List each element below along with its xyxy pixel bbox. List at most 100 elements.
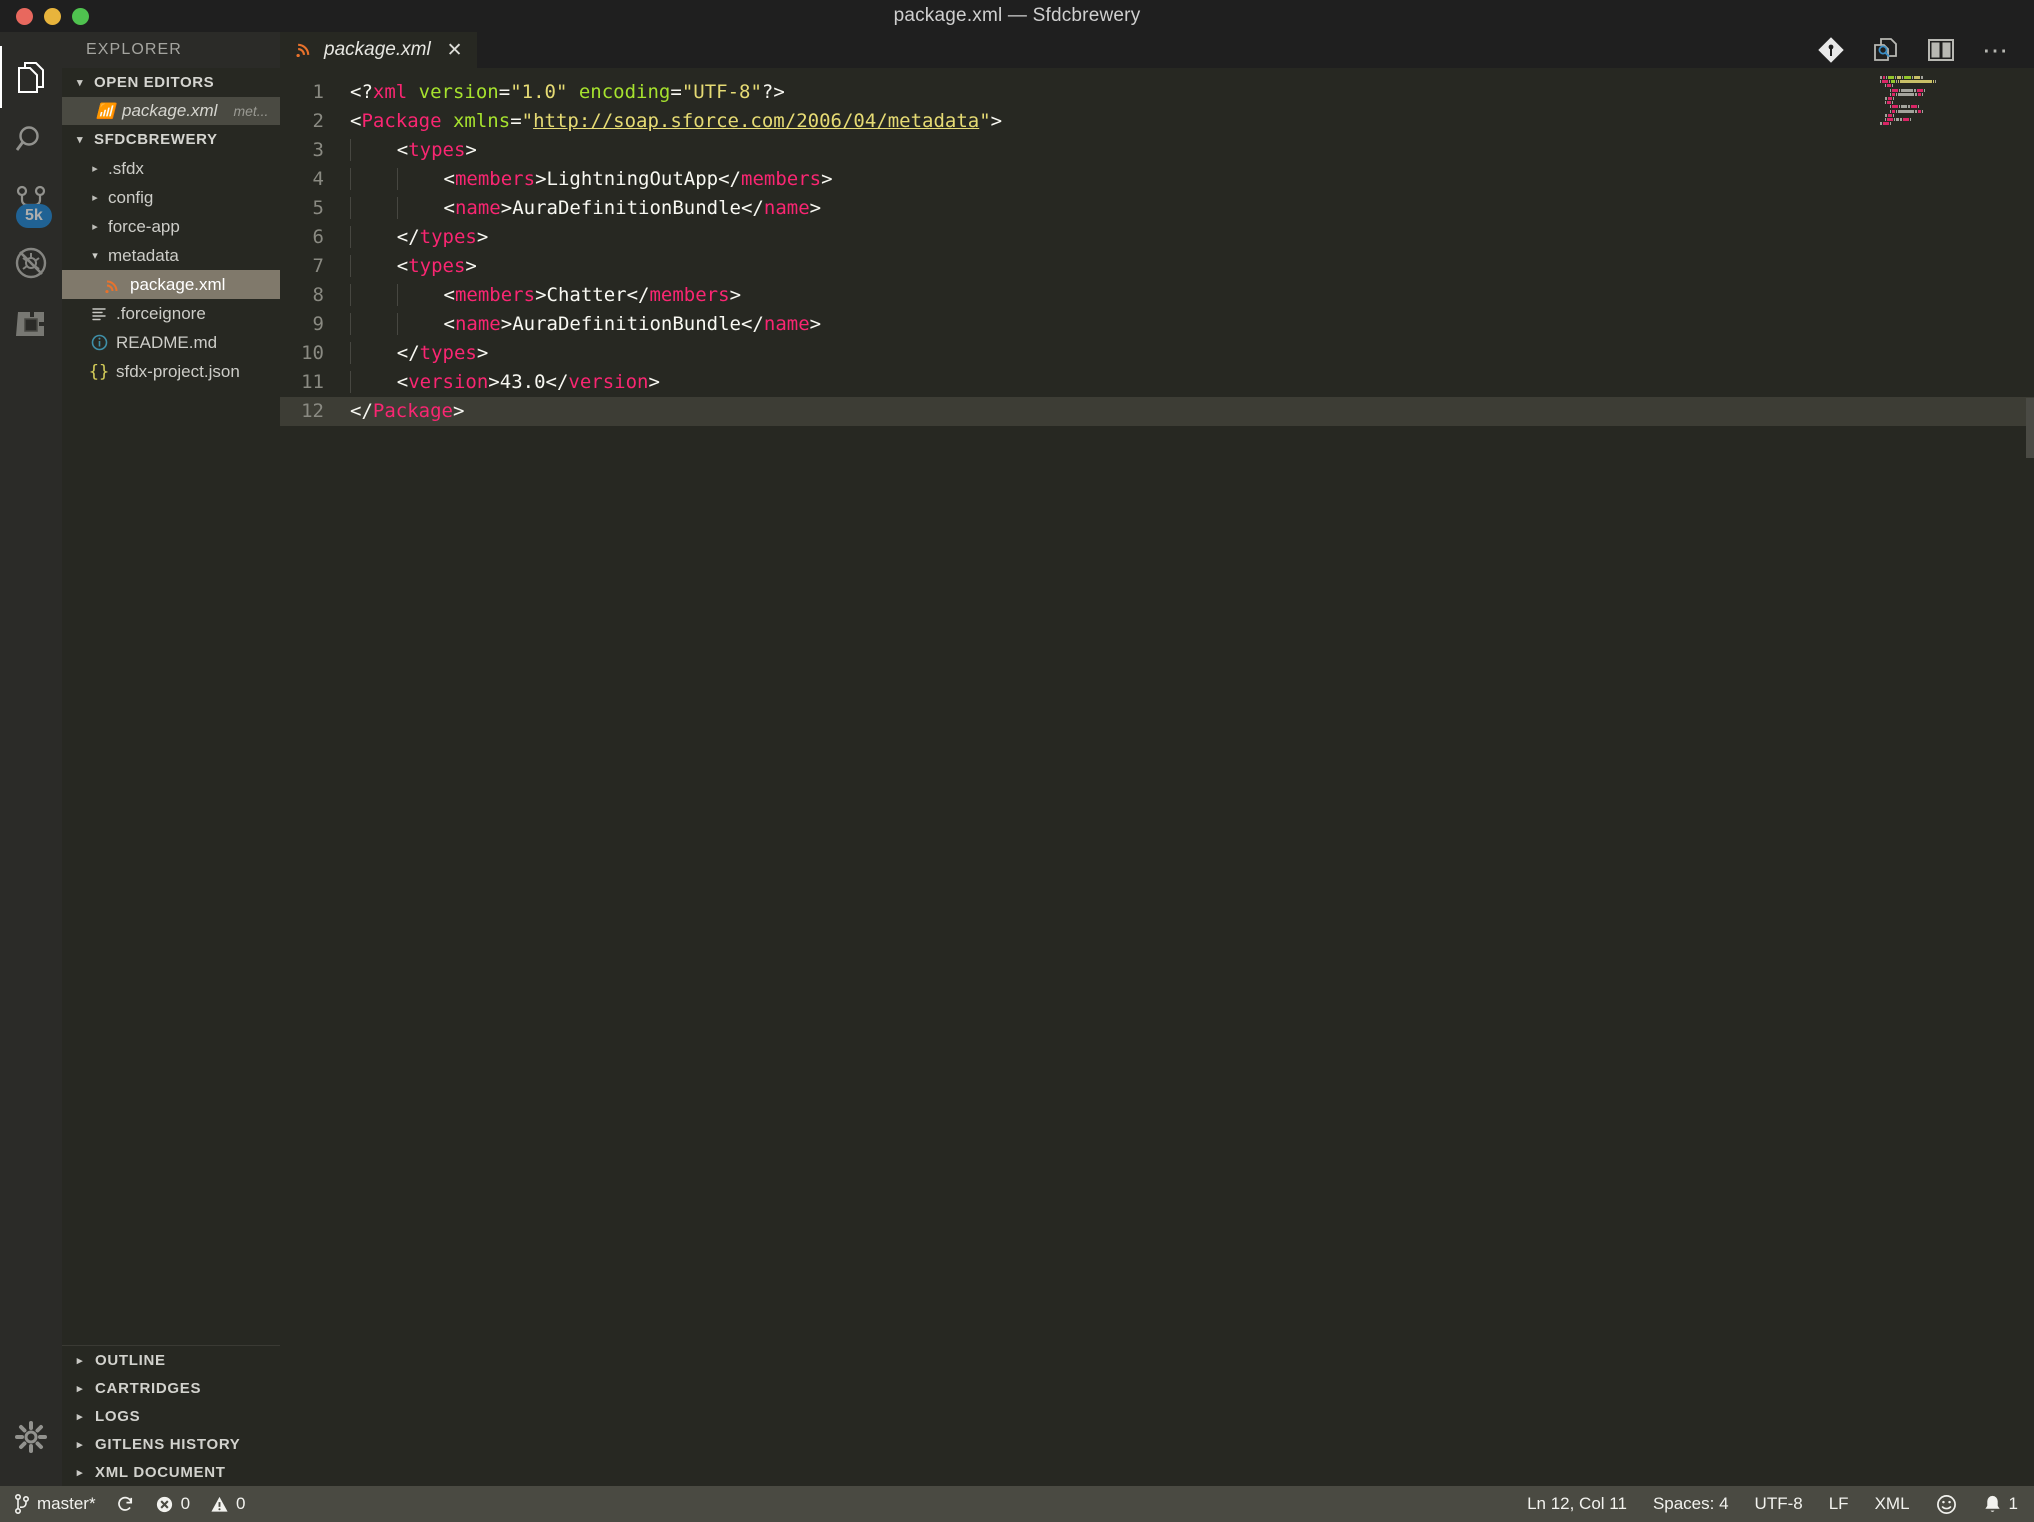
indent-guide [350,371,397,393]
vscode-window: package.xml — Sfdcbrewery 5k EXPLORER ▾ … [0,0,2034,1522]
status-notifications[interactable]: 1 [1983,1494,2018,1514]
open-editor-item-package-xml[interactable]: 📶 package.xml met... [62,97,280,125]
panel-xml-document[interactable]: ▸ XML DOCUMENT [62,1458,280,1486]
minimap-segment [1918,109,1921,113]
minimap-segment [1892,88,1898,92]
project-root-header[interactable]: ▾ SFDCBREWERY [62,125,280,154]
minimap-segment [1890,92,1891,96]
tree-item-package-xml[interactable]: package.xml [62,270,280,299]
tree-item-force-app[interactable]: ▸ force-app [62,212,280,241]
editor-scrollbar[interactable] [2026,398,2034,458]
status-eol[interactable]: LF [1829,1494,1849,1514]
minimap-segment [1883,76,1885,79]
extensions-icon [16,312,44,336]
tree-item-readme[interactable]: README.md [62,328,280,357]
panel-cartridges[interactable]: ▸ CARTRIDGES [62,1374,280,1402]
code-line[interactable]: 3 <types> [280,136,2034,165]
tree-item-metadata[interactable]: ▾ metadata [62,241,280,270]
code-token: " [979,110,991,132]
split-editor-icon[interactable] [1928,39,1954,61]
indent-guide [396,284,444,306]
minimap-segment [1885,113,1887,117]
window-controls[interactable] [0,7,89,25]
code-line[interactable]: 8 <members>Chatter</members> [280,281,2034,310]
minimap-segment [1885,96,1887,100]
panel-logs[interactable]: ▸ LOGS [62,1402,280,1430]
tree-item-forceignore[interactable]: .forceignore [62,299,280,328]
status-cursor-position[interactable]: Ln 12, Col 11 [1527,1494,1627,1514]
code-token: ?> [761,81,785,103]
minimap-segment [1894,117,1895,121]
code-token: name [454,197,501,219]
activity-debug[interactable] [0,232,62,294]
code-token: < [396,255,409,277]
code-editor[interactable]: 1 <?xml version="1.0" encoding="UTF-8"?> 2… [280,68,2034,1486]
line-text: <members>Chatter</members> [350,281,741,310]
code-token: > [809,313,822,335]
code-line[interactable]: 6 </types> [280,223,2034,252]
code-token: > [452,400,465,422]
status-git-branch[interactable]: master* [14,1494,96,1514]
panel-outline[interactable]: ▸ OUTLINE [62,1346,280,1374]
code-line[interactable]: 2 <Package xmlns="http://soap.sforce.com/… [280,107,2034,136]
panel-label: CARTRIDGES [95,1379,202,1397]
open-editors-header[interactable]: ▾ OPEN EDITORS [62,68,280,97]
status-errors[interactable]: 0 [155,1494,190,1514]
minimap-segment [1893,96,1894,100]
code-line[interactable]: 9 <name>AuraDefinitionBundle</name> [280,310,2034,339]
tab-package-xml[interactable]: package.xml ✕ [280,32,477,68]
minimap-line [1880,80,1976,84]
status-indentation[interactable]: Spaces: 4 [1653,1494,1729,1514]
activity-source-control[interactable]: 5k [0,170,62,232]
maximize-window-button[interactable] [72,7,89,25]
tree-item-sfdx-project-json[interactable]: {} sfdx-project.json [62,357,280,386]
line-number: 5 [312,197,324,219]
panel-gitlens-history[interactable]: ▸ GITLENS HISTORY [62,1430,280,1458]
editor-minimap[interactable] [1880,76,1976,132]
code-token[interactable]: http://soap.sforce.com/2006/04/metadata [533,110,979,132]
status-warning-count: 0 [236,1494,246,1513]
code-line[interactable]: 1 <?xml version="1.0" encoding="UTF-8"?> [280,78,2034,107]
status-sync[interactable] [116,1495,135,1514]
activity-search[interactable] [0,108,62,170]
search-document-icon[interactable] [1872,37,1900,63]
status-feedback[interactable] [1936,1494,1957,1515]
minimap-line [1880,84,1976,88]
tree-item-config[interactable]: ▸ config [62,183,280,212]
text-file-icon [88,306,110,322]
code-line[interactable]: 5 <name>AuraDefinitionBundle</name> [280,194,2034,223]
info-circle-icon [88,334,110,351]
code-line[interactable]: 7 <types> [280,252,2034,281]
code-line[interactable]: 11 <version>43.0</version> [280,368,2034,397]
minimap-line [1880,88,1976,92]
line-number: 12 [301,400,324,422]
code-token: > [535,168,547,190]
minimap-segment [1896,80,1897,84]
code-token: </ [718,168,741,190]
code-line[interactable]: 4 <members>LightningOutApp</members> [280,165,2034,194]
tab-close-button[interactable]: ✕ [447,39,463,62]
minimap-segment [1902,76,1903,79]
code-token: </ [740,197,764,219]
code-line[interactable]: 12 </Package> [280,397,2034,426]
activity-manage-settings[interactable] [0,1406,62,1468]
close-window-button[interactable] [16,7,33,25]
status-encoding[interactable]: UTF-8 [1755,1494,1803,1514]
minimap-segment [1885,101,1886,105]
status-branch-label: master* [37,1494,96,1513]
git-diamond-icon[interactable] [1818,37,1844,63]
tree-item-label: .sfdx [108,158,144,178]
code-line[interactable]: 10 </types> [280,339,2034,368]
activity-extensions[interactable] [0,294,62,356]
status-warnings[interactable]: 0 [210,1494,246,1514]
panel-label: OUTLINE [95,1351,166,1369]
minimize-window-button[interactable] [44,7,61,25]
ellipsis-icon[interactable]: ⋯ [1982,37,2010,63]
files-icon [18,62,44,93]
code-token: Package [361,110,442,132]
status-language-mode[interactable]: XML [1875,1494,1910,1514]
tree-item-sfdx[interactable]: ▸ .sfdx [62,154,280,183]
minimap-segment [1911,105,1917,109]
activity-explorer[interactable] [0,46,62,108]
